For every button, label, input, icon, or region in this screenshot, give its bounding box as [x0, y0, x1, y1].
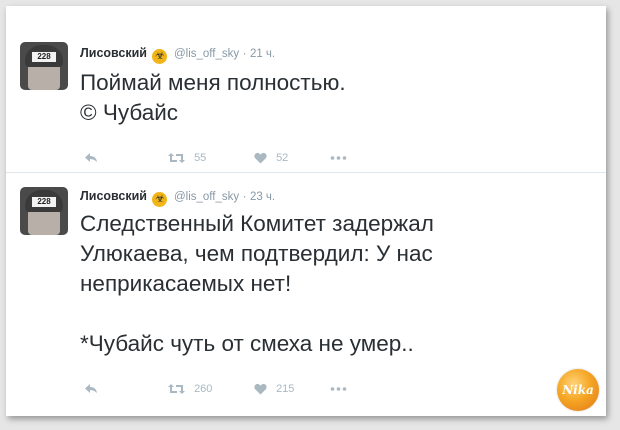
tweet-header: Лисовский ☣ @lis_off_sky · 23 ч.	[80, 189, 275, 207]
avatar-badge: 228	[32, 52, 56, 62]
retweet-icon	[168, 384, 185, 394]
watermark-logo: Nika	[557, 369, 599, 411]
user-name[interactable]: Лисовский	[80, 189, 147, 203]
tweet: 228 Лисовский ☣ @lis_off_sky · 23 ч. Сле…	[6, 173, 606, 416]
more-icon	[330, 387, 347, 391]
separator-dot: ·	[242, 191, 247, 203]
heart-icon	[254, 383, 267, 395]
timestamp[interactable]: 23 ч.	[250, 191, 275, 203]
user-handle[interactable]: @lis_off_sky	[174, 48, 239, 60]
heart-icon	[254, 152, 267, 164]
retweet-button[interactable]: 55	[168, 152, 206, 164]
more-button[interactable]	[330, 383, 347, 395]
tweet-line: неприкасаемых нет!	[80, 271, 292, 296]
like-button[interactable]: 52	[254, 152, 288, 164]
reply-icon	[85, 384, 97, 393]
tweet-line: Улюкаева, чем подтвердил: У нас	[80, 241, 433, 266]
retweet-icon	[168, 153, 185, 163]
avatar[interactable]: 228	[20, 42, 68, 90]
separator-dot: ·	[242, 48, 247, 60]
reply-button[interactable]	[84, 152, 98, 164]
avatar-badge: 228	[32, 197, 56, 207]
more-button[interactable]	[330, 152, 347, 164]
user-name[interactable]: Лисовский	[80, 46, 147, 60]
tweet-text: Поймай меня полностью. © Чубайс	[80, 68, 590, 128]
reply-button[interactable]	[84, 383, 98, 395]
verified-icon: ☣	[152, 49, 168, 64]
more-icon	[330, 156, 347, 160]
reply-icon	[85, 153, 97, 162]
avatar[interactable]: 228	[20, 187, 68, 235]
tweet-card: 228 Лисовский ☣ @lis_off_sky · 21 ч. Пой…	[6, 6, 606, 416]
tweet-header: Лисовский ☣ @lis_off_sky · 21 ч.	[80, 46, 275, 64]
retweet-count: 55	[194, 152, 207, 164]
user-handle[interactable]: @lis_off_sky	[174, 191, 239, 203]
tweet: 228 Лисовский ☣ @lis_off_sky · 21 ч. Пой…	[6, 6, 606, 173]
tweet-text: Следственный Комитет задержал Улюкаева, …	[80, 209, 590, 359]
verified-icon: ☣	[152, 192, 168, 207]
like-count: 52	[276, 152, 289, 164]
tweet-line: Поймай меня полностью.	[80, 70, 346, 95]
timestamp[interactable]: 21 ч.	[250, 48, 275, 60]
retweet-count: 260	[194, 383, 213, 395]
tweet-line: © Чубайс	[80, 100, 179, 125]
tweet-line: Следственный Комитет задержал	[80, 211, 434, 236]
retweet-button[interactable]: 260	[168, 383, 212, 395]
like-count: 215	[276, 383, 295, 395]
like-button[interactable]: 215	[254, 383, 294, 395]
tweet-line: *Чубайс чуть от смеха не умер..	[80, 331, 414, 356]
